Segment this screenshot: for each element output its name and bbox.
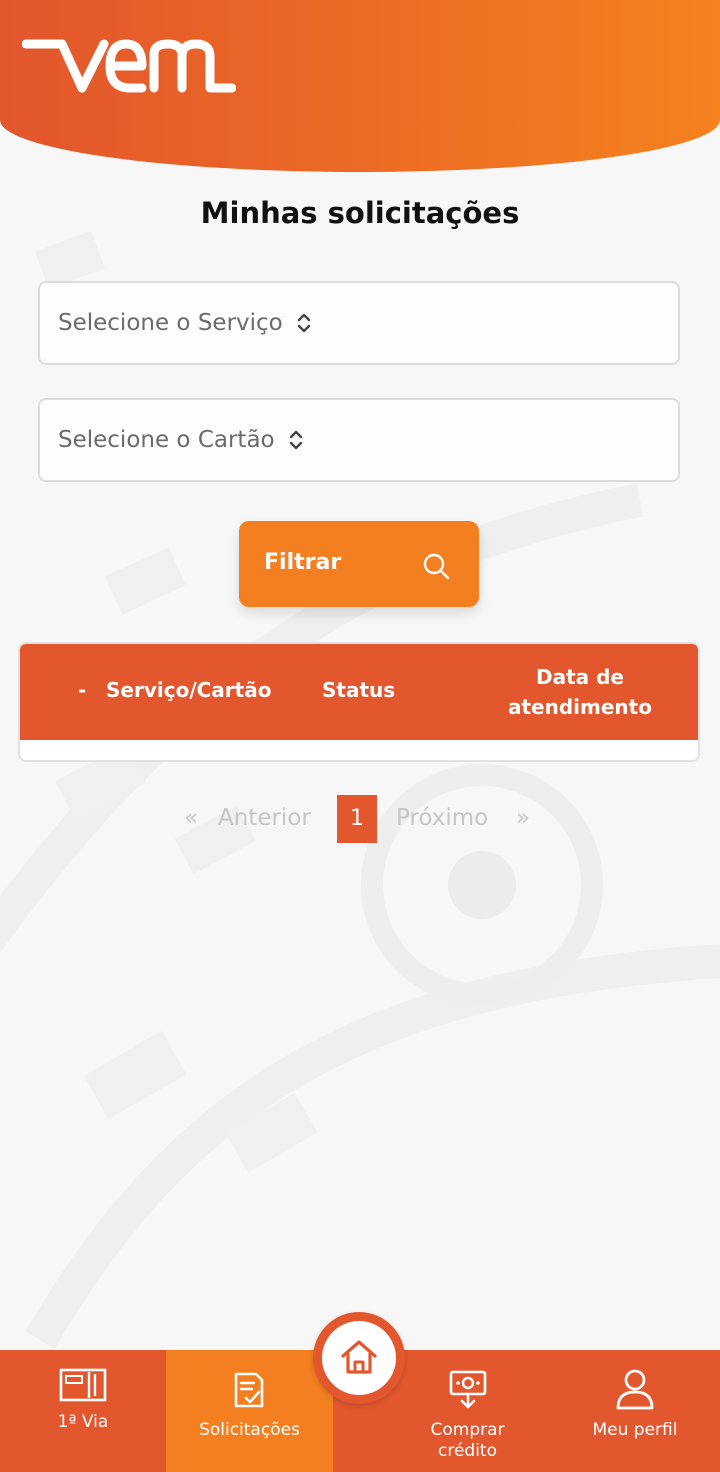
column-service-card[interactable]: Serviço/Cartão: [106, 678, 271, 702]
first-page-link[interactable]: «: [184, 805, 198, 831]
pagination: « Anterior 1 Próximo »: [0, 795, 720, 843]
nav-item-buy-credit[interactable]: Comprar crédito: [405, 1350, 530, 1472]
service-select-label: Selecione o Serviço: [58, 310, 283, 336]
table-header: - Serviço/Cartão Status Data de atendime…: [20, 644, 698, 740]
brand-logo[interactable]: [22, 36, 236, 96]
chevron-up-down-icon: [297, 313, 310, 333]
user-icon: [616, 1369, 654, 1410]
page-title: Minhas solicitações: [200, 196, 520, 230]
nav-item-requests[interactable]: Solicitações: [166, 1350, 333, 1472]
filter-button[interactable]: Filtrar: [239, 521, 479, 607]
app-header: [0, 0, 720, 172]
home-icon: [341, 1340, 377, 1374]
sort-marker[interactable]: -: [78, 678, 86, 702]
filter-button-label: Filtrar: [264, 550, 342, 575]
card-select-label: Selecione o Cartão: [58, 427, 275, 453]
nav-label-buy-credit-line2: crédito: [437, 1441, 497, 1461]
previous-page-link[interactable]: Anterior: [218, 805, 311, 831]
nav-label-requests: Solicitações: [199, 1420, 300, 1440]
nav-item-first-copy[interactable]: 1ª Via: [0, 1350, 166, 1472]
card-icon: [59, 1368, 107, 1402]
card-select[interactable]: Selecione o Cartão: [38, 398, 680, 482]
home-button-inner: [322, 1321, 396, 1395]
buy-credit-icon: [449, 1370, 487, 1409]
current-page[interactable]: 1: [337, 795, 377, 843]
document-check-icon: [234, 1372, 264, 1408]
last-page-link[interactable]: »: [516, 805, 530, 831]
nav-label-buy-credit: Comprar crédito: [405, 1420, 530, 1462]
chevron-up-down-icon: [289, 430, 302, 450]
nav-label-first-copy: 1ª Via: [57, 1412, 109, 1432]
column-service-date[interactable]: Data de atendimento: [488, 662, 672, 722]
nav-label-buy-credit-line1: Comprar: [430, 1420, 505, 1440]
column-status[interactable]: Status: [322, 678, 395, 702]
next-page-link[interactable]: Próximo: [396, 805, 488, 831]
search-icon: [423, 553, 450, 580]
home-button[interactable]: [313, 1312, 405, 1404]
column-service-date-line2: atendimento: [508, 695, 652, 719]
nav-label-my-profile: Meu perfil: [592, 1420, 678, 1440]
nav-item-my-profile[interactable]: Meu perfil: [560, 1350, 710, 1472]
column-service-date-line1: Data de: [536, 665, 624, 689]
service-select[interactable]: Selecione o Serviço: [38, 281, 680, 365]
requests-table: - Serviço/Cartão Status Data de atendime…: [18, 642, 700, 762]
